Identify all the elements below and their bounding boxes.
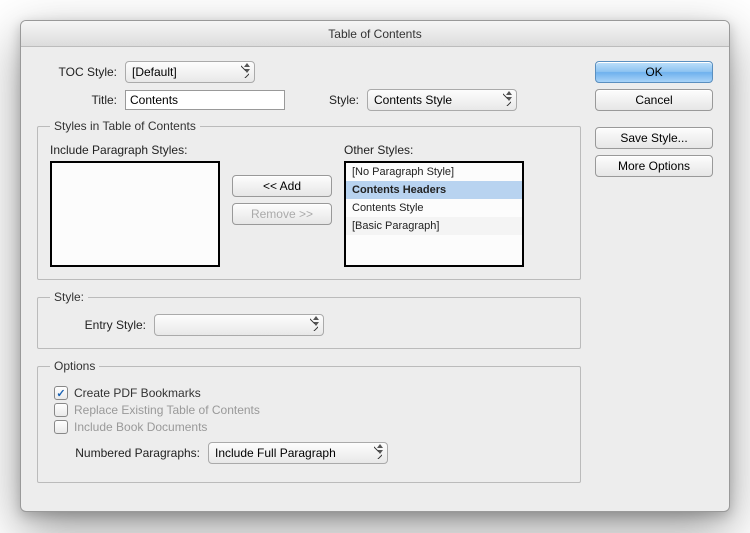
dialog-title: Table of Contents [21,21,729,47]
entry-style-label: Entry Style: [50,318,146,332]
replace-existing-checkbox-row[interactable]: ✓ Replace Existing Table of Contents [54,403,568,417]
options-group: Options ✓ Create PDF Bookmarks ✓ Replace… [37,359,581,483]
remove-button[interactable]: Remove >> [232,203,332,225]
other-styles-listbox[interactable]: [No Paragraph Style]Contents HeadersCont… [344,161,524,267]
create-pdf-checkbox[interactable]: ✓ [54,386,68,400]
toc-style-select[interactable]: [Default] [125,61,255,83]
list-item[interactable]: [No Paragraph Style] [346,163,522,181]
options-group-legend: Options [50,359,99,373]
include-book-label: Include Book Documents [74,420,207,434]
other-styles-label: Other Styles: [344,143,524,157]
replace-existing-label: Replace Existing Table of Contents [74,403,260,417]
replace-existing-checkbox[interactable]: ✓ [54,403,68,417]
save-style-button[interactable]: Save Style... [595,127,713,149]
add-button[interactable]: << Add [232,175,332,197]
entry-style-select[interactable] [154,314,324,336]
include-styles-listbox[interactable] [50,161,220,267]
numbered-paragraphs-select[interactable]: Include Full Paragraph [208,442,388,464]
list-item[interactable]: [Basic Paragraph] [346,217,522,235]
title-label: Title: [37,93,117,107]
list-item[interactable]: Contents Headers [346,181,522,199]
ok-button[interactable]: OK [595,61,713,83]
title-style-select[interactable]: Contents Style [367,89,517,111]
cancel-button[interactable]: Cancel [595,89,713,111]
more-options-button[interactable]: More Options [595,155,713,177]
toc-style-label: TOC Style: [37,65,117,79]
numbered-paragraphs-label: Numbered Paragraphs: [50,446,200,460]
styles-in-toc-legend: Styles in Table of Contents [50,119,200,133]
styles-in-toc-group: Styles in Table of Contents Include Para… [37,119,581,280]
create-pdf-label: Create PDF Bookmarks [74,386,201,400]
toc-dialog: Table of Contents TOC Style: [Default] T… [20,20,730,512]
side-buttons: OK Cancel Save Style... More Options [595,61,713,177]
style-label: Style: [329,93,359,107]
include-book-checkbox-row[interactable]: ✓ Include Book Documents [54,420,568,434]
include-book-checkbox[interactable]: ✓ [54,420,68,434]
style-group-legend: Style: [50,290,88,304]
dialog-content: TOC Style: [Default] Title: Style: Conte… [21,47,729,511]
create-pdf-checkbox-row[interactable]: ✓ Create PDF Bookmarks [54,386,568,400]
title-input[interactable] [125,90,285,110]
main-column: TOC Style: [Default] Title: Style: Conte… [37,61,581,493]
style-group: Style: Entry Style: [37,290,581,349]
include-styles-label: Include Paragraph Styles: [50,143,220,157]
list-item[interactable]: Contents Style [346,199,522,217]
